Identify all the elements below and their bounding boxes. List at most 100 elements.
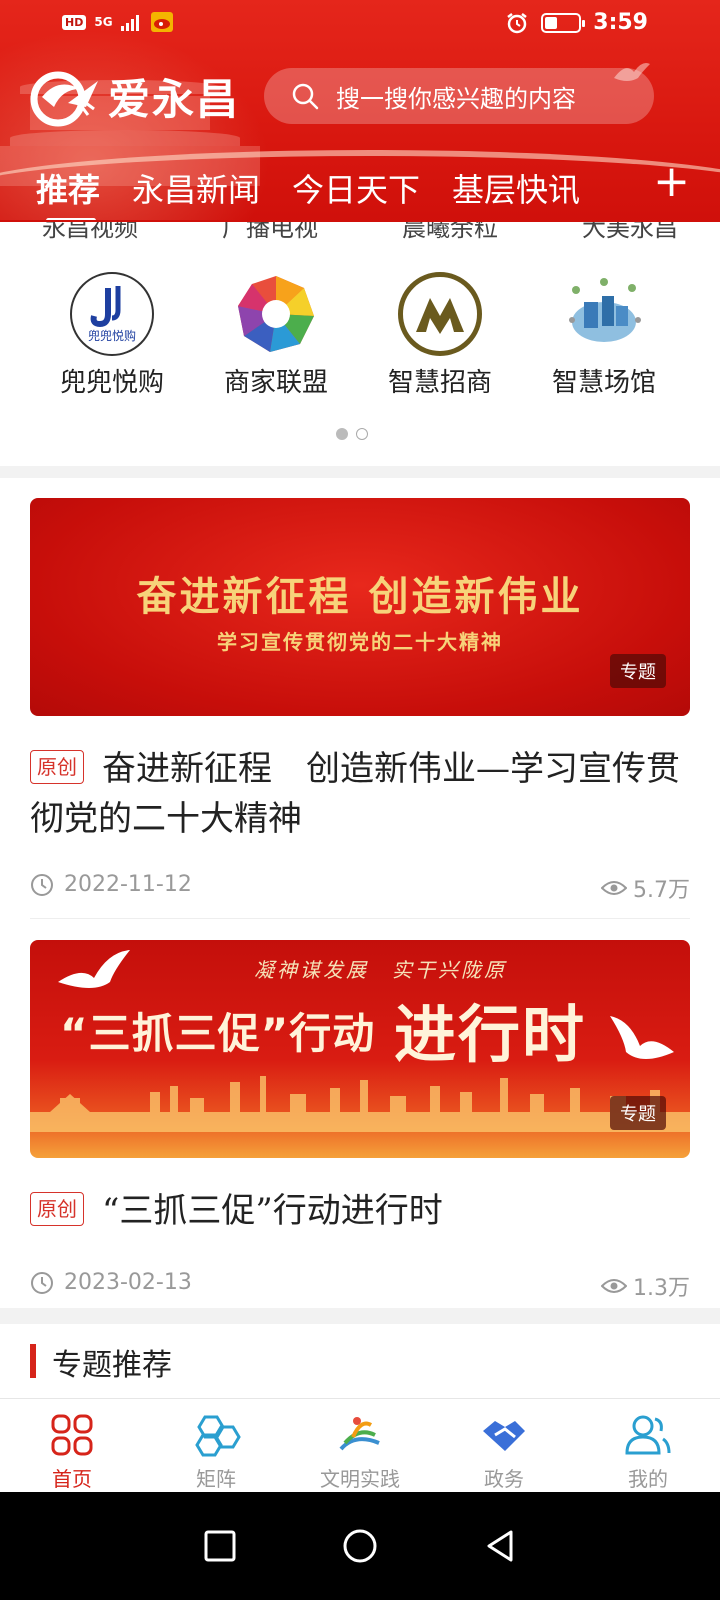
city-skyline [30, 1076, 690, 1132]
quick-item-label: 商家联盟 [223, 368, 328, 398]
quick-label-cut[interactable]: 大美永昌 [540, 222, 720, 243]
app-header: HD 5G 3:59 爱永昌 搜一搜你感兴趣的内容 推荐 永昌新闻 今日天下 基… [0, 0, 720, 230]
original-badge: 原创 [30, 750, 84, 784]
home-button[interactable] [342, 1528, 378, 1564]
article-card[interactable]: 奋进新征程 创造新伟业 学习宣传贯彻党的二十大精神 专题 原创 奋进新征程 创造新… [30, 498, 690, 906]
article-title-text: 奋进新征程 创造新伟业—学习宣传贯彻党的二十大精神 [30, 749, 680, 839]
article-banner[interactable]: 凝神谋发展 实干兴陇原 “三抓三促”行动 进行时 专题 [30, 940, 690, 1158]
smart-investment-icon [398, 272, 482, 356]
system-navigation-bar [0, 1492, 720, 1600]
article-meta: 2023-02-13 1.3万 [30, 1270, 690, 1304]
banner-title: 奋进新征程 创造新伟业 [136, 573, 584, 620]
article-date: 2023-02-13 [30, 1270, 192, 1295]
clock-icon [31, 873, 53, 896]
banner-subtitle: 学习宣传贯彻党的二十大精神 [217, 630, 503, 654]
nav-matrix[interactable]: 矩阵 [144, 1399, 288, 1492]
search-bar[interactable]: 搜一搜你感兴趣的内容 [264, 68, 654, 124]
quick-label-cut[interactable]: 晨曦余粒 [360, 222, 540, 243]
original-badge: 原创 [30, 1192, 84, 1226]
quick-item-doudou[interactable]: 兜兜悦购 兜兜悦购 [30, 272, 194, 399]
quick-item-investment[interactable]: 智慧招商 [358, 272, 522, 399]
recent-apps-button[interactable] [203, 1529, 237, 1563]
dove-icon [610, 1016, 674, 1059]
article-title[interactable]: 原创 “三抓三促”行动进行时 [30, 1186, 690, 1236]
topic-tag: 专题 [610, 654, 666, 688]
article-title-text: “三抓三促”行动进行时 [102, 1191, 443, 1231]
matrix-icon [195, 1415, 241, 1457]
smart-venue-icon [562, 272, 646, 356]
section-title: 专题推荐 [52, 1348, 172, 1383]
app-logo: 爱永昌 [28, 66, 240, 127]
app-name: 爱永昌 [108, 75, 241, 124]
article-feed: 奋进新征程 创造新伟业 学习宣传贯彻党的二十大精神 专题 原创 奋进新征程 创造新… [0, 478, 720, 1308]
quick-item-label: 智慧招商 [387, 368, 492, 398]
back-button[interactable] [483, 1529, 517, 1563]
search-placeholder: 搜一搜你感兴趣的内容 [336, 84, 576, 113]
previous-row-labels: 永昌视频 广播电视 晨曦余粒 大美永昌 [0, 222, 720, 243]
bottom-navigation: 首页 矩阵 文明实践 政务 我的 [0, 1398, 720, 1492]
divider [30, 918, 690, 919]
eye-icon [601, 881, 627, 895]
article-views: 1.3万 [601, 1270, 690, 1302]
yongchang-logo-icon [30, 71, 98, 126]
clock: 3:59 [593, 10, 648, 35]
page-dot-active [336, 428, 348, 440]
banner-top-slogan: 凝神谋发展 实干兴陇原 [254, 958, 507, 982]
banner-big-text: 进行时 [394, 998, 587, 1071]
article-title[interactable]: 原创 奋进新征程 创造新伟业—学习宣传贯彻党的二十大精神 [30, 744, 690, 844]
article-card[interactable]: 凝神谋发展 实干兴陇原 “三抓三促”行动 进行时 专题 原创 “三抓三促”行动进… [30, 940, 690, 1304]
status-bar: HD 5G 3:59 [0, 0, 720, 48]
date-text: 2022-11-12 [64, 872, 192, 897]
quick-item-label: 智慧场馆 [551, 368, 656, 398]
page-indicator [336, 428, 368, 440]
topic-tag: 专题 [610, 1096, 666, 1130]
signal-icon [120, 15, 139, 31]
nav-label: 首页 [52, 1467, 92, 1491]
merchant-alliance-icon [234, 272, 318, 356]
government-handshake-icon [483, 1421, 525, 1451]
nav-mine[interactable]: 我的 [576, 1399, 720, 1492]
nav-label: 文明实践 [320, 1467, 400, 1491]
clock-icon [31, 1271, 53, 1294]
date-text: 2023-02-13 [64, 1270, 192, 1295]
nav-government[interactable]: 政务 [432, 1399, 576, 1492]
topic-recommend-section: 专题推荐 [0, 1324, 720, 1400]
tab-today-world[interactable]: 今日天下 [292, 165, 420, 211]
battery-icon [541, 12, 586, 33]
doudou-icon: 兜兜悦购 [70, 272, 154, 356]
channel-tabs: 推荐 永昌新闻 今日天下 基层快讯 [0, 160, 620, 220]
civilization-practice-icon [339, 1417, 380, 1451]
weibo-icon [150, 12, 173, 32]
views-count: 1.3万 [633, 1276, 690, 1301]
nav-label: 政务 [484, 1467, 524, 1491]
tab-yongchang-news[interactable]: 永昌新闻 [132, 165, 260, 211]
quick-item-venue[interactable]: 智慧场馆 [522, 272, 686, 399]
article-date: 2022-11-12 [30, 872, 192, 897]
article-views: 5.7万 [601, 872, 690, 904]
article-banner[interactable]: 奋进新征程 创造新伟业 学习宣传贯彻党的二十大精神 专题 [30, 498, 690, 716]
user-profile-icon [625, 1415, 671, 1455]
quick-item-label: 兜兜悦购 [59, 368, 164, 398]
quick-label-cut[interactable]: 广播电视 [180, 222, 360, 243]
section-accent-bar [30, 1344, 36, 1378]
tab-recommend[interactable]: 推荐 [36, 165, 100, 220]
add-channel-button[interactable]: + [653, 160, 690, 204]
quick-label-cut[interactable]: 永昌视频 [0, 222, 180, 243]
quick-access-grid: 永昌视频 广播电视 晨曦余粒 大美永昌 兜兜悦购 兜兜悦购 商家联盟 智慧招商 … [0, 222, 720, 466]
dove-icon [58, 950, 130, 988]
quick-item-merchant[interactable]: 商家联盟 [194, 272, 358, 399]
home-grid-icon [51, 1414, 93, 1456]
svg-text:兜兜悦购: 兜兜悦购 [88, 328, 136, 343]
alarm-icon [507, 12, 528, 33]
nav-civilization[interactable]: 文明实践 [288, 1399, 432, 1492]
nav-label: 矩阵 [196, 1467, 236, 1491]
network-label: 5G [94, 15, 113, 29]
nav-home[interactable]: 首页 [0, 1399, 144, 1492]
nav-label: 我的 [628, 1467, 668, 1491]
page-dot [356, 428, 368, 440]
hd-badge: HD [62, 14, 87, 30]
banner-main-text: “三抓三促”行动 [60, 1009, 376, 1058]
tab-grassroots[interactable]: 基层快讯 [452, 165, 580, 211]
search-icon [292, 83, 319, 110]
article-meta: 2022-11-12 5.7万 [30, 872, 690, 906]
